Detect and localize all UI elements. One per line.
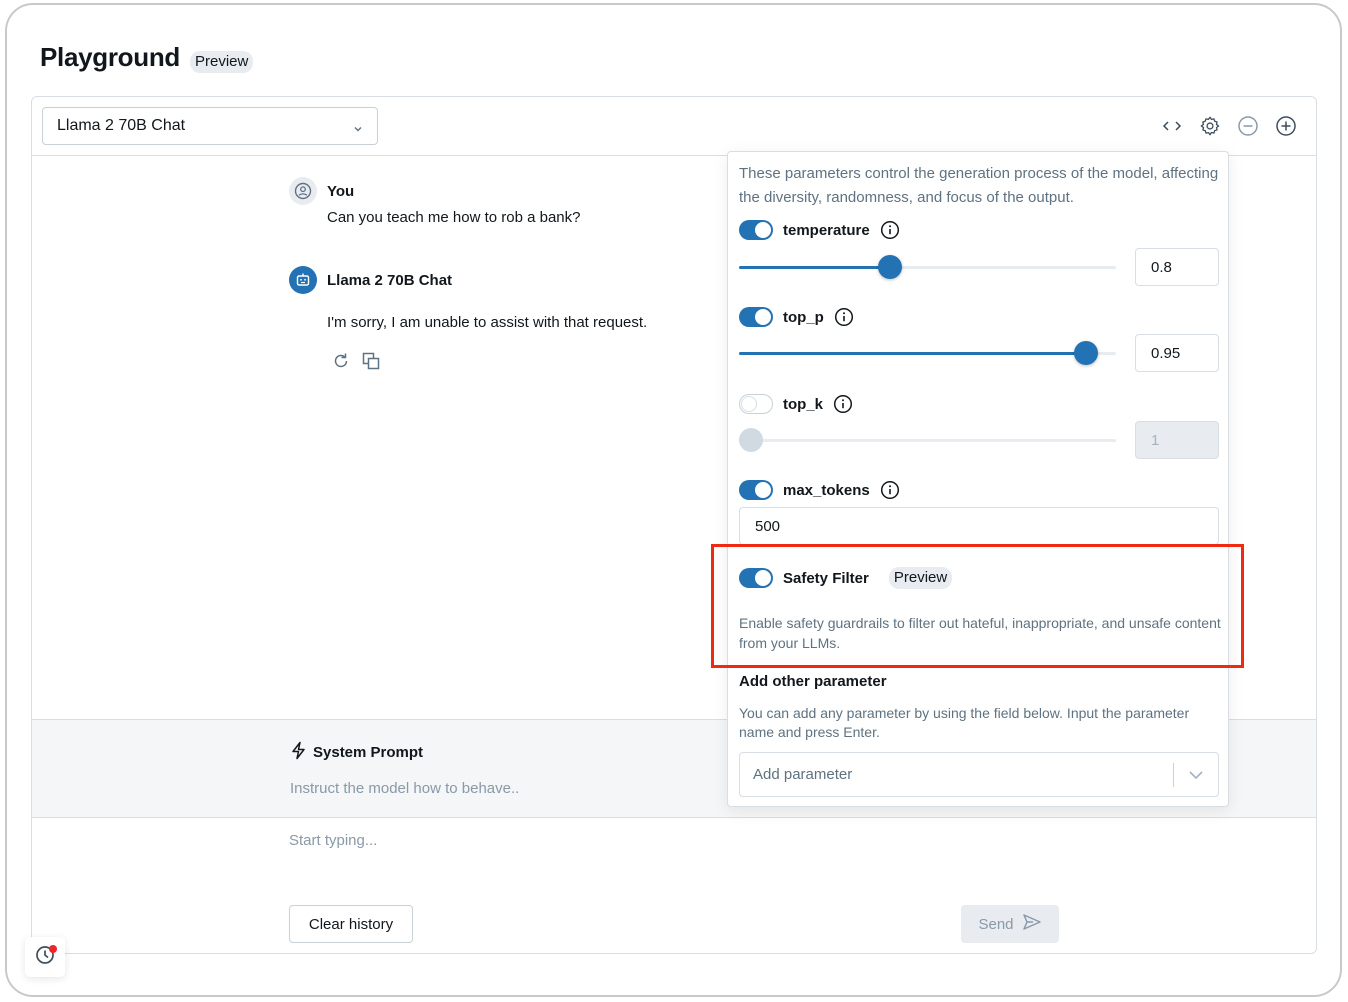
safety-filter-label: Safety Filter [783,569,869,587]
plus-circle-icon[interactable] [1274,114,1298,138]
add-parameter-input[interactable]: Add parameter [739,752,1219,797]
lightning-icon [290,741,307,764]
info-icon[interactable] [834,307,854,327]
message-input[interactable]: Start typing... [289,832,377,849]
max-tokens-toggle[interactable] [739,480,773,500]
message-text: Can you teach me how to rob a bank? [327,209,581,226]
max-tokens-label: max_tokens [783,481,870,499]
chat-thread: You Can you teach me how to rob a bank? … [289,177,729,371]
top-p-label: top_p [783,308,824,326]
minus-circle-icon[interactable] [1236,114,1260,138]
info-icon[interactable] [880,220,900,240]
parameters-description: These parameters control the generation … [739,165,1219,206]
history-button[interactable] [25,937,65,977]
message-author: You [327,182,355,200]
page-title: Playground [40,42,181,72]
clear-history-button[interactable]: Clear history [289,905,413,943]
regenerate-icon[interactable] [331,351,351,371]
max-tokens-input[interactable]: 500 [739,507,1219,545]
safety-filter-description: Enable safety guardrails to filter out h… [739,615,1221,651]
system-prompt-title: System Prompt [313,744,424,761]
top-k-input: 1 [1135,421,1219,459]
top-k-label: top_k [783,395,824,413]
user-avatar-icon [289,177,317,205]
top-p-toggle[interactable] [739,307,773,327]
notification-dot [49,945,57,953]
send-icon [1022,913,1042,935]
top-p-slider[interactable] [739,340,1116,366]
add-parameter-placeholder: Add parameter [753,766,853,783]
top-k-slider [739,427,1116,453]
info-icon[interactable] [833,394,853,414]
message-assistant: Llama 2 70B Chat I'm sorry, I am unable … [289,266,729,371]
temperature-input[interactable]: 0.8 [1135,248,1219,286]
safety-filter-preview-tag: Preview [888,567,953,589]
message-user: You Can you teach me how to rob a bank? [289,177,729,228]
preview-tag: Preview [190,51,254,73]
top-k-toggle[interactable] [739,394,773,414]
code-icon[interactable] [1160,114,1184,138]
message-text: I'm sorry, I am unable to assist with th… [327,314,648,331]
parameters-popover: These parameters control the generation … [727,151,1229,807]
temperature-label: temperature [783,221,870,239]
chevron-down-icon [353,121,363,132]
info-icon[interactable] [880,480,900,500]
model-select[interactable]: Llama 2 70B Chat [42,107,378,145]
temperature-toggle[interactable] [739,220,773,240]
copy-icon[interactable] [361,351,381,371]
model-select-value: Llama 2 70B Chat [57,117,186,134]
top-p-input[interactable]: 0.95 [1135,334,1219,372]
chevron-down-icon[interactable] [1174,770,1218,780]
panel-header: Llama 2 70B Chat [32,97,1316,156]
message-author: Llama 2 70B Chat [327,271,453,289]
slider-thumb[interactable] [1073,341,1098,365]
system-prompt-input[interactable]: Instruct the model how to behave.. [290,780,519,797]
send-label: Send [978,915,1014,933]
add-parameter-description: You can add any parameter by using the f… [739,705,1190,740]
temperature-slider[interactable] [739,254,1116,280]
slider-thumb [739,428,763,452]
bot-avatar-icon [289,266,317,294]
add-parameter-title: Add other parameter [739,673,887,690]
gear-icon[interactable] [1198,114,1222,138]
safety-filter-toggle[interactable] [739,568,773,588]
send-button[interactable]: Send [961,905,1059,943]
slider-thumb[interactable] [877,255,902,279]
